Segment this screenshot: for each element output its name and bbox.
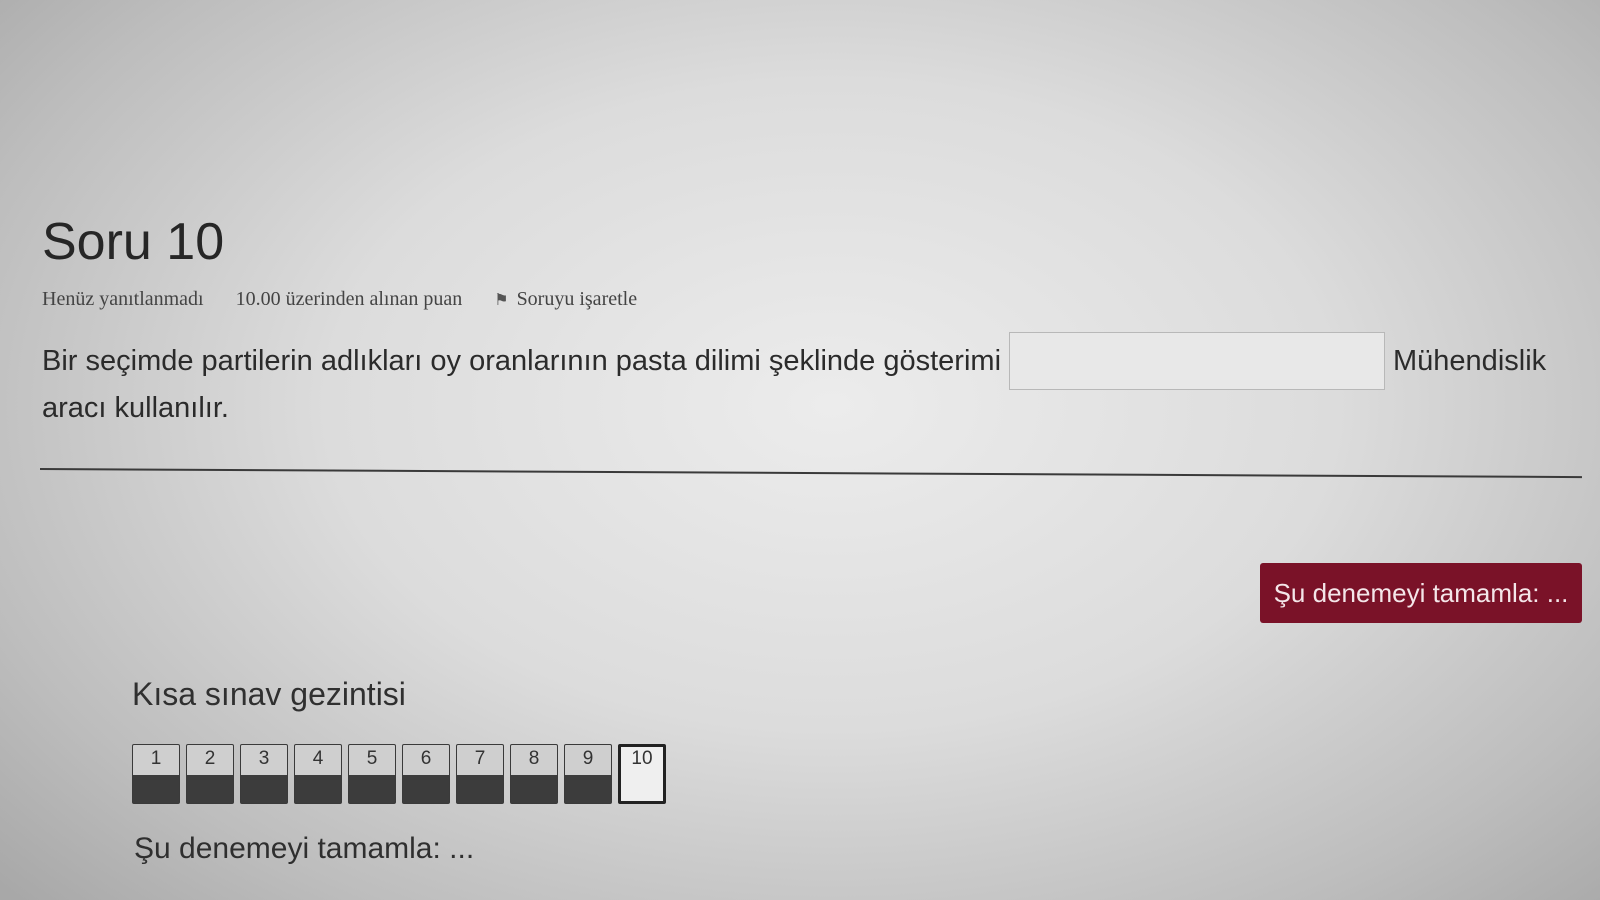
question-grade: 10.00 üzerinden alınan puan xyxy=(235,288,463,310)
flag-question-label: Soruyu işaretle xyxy=(516,288,638,310)
question-info: Henüz yanıtlanmadı 10.00 üzerinden alına… xyxy=(42,288,637,311)
quiz-navigation-title: Kısa sınav gezintisi xyxy=(132,676,406,712)
nav-question-3[interactable]: 3 xyxy=(240,744,288,804)
answer-input[interactable] xyxy=(1009,332,1386,390)
nav-question-8[interactable]: 8 xyxy=(510,744,558,804)
nav-question-6[interactable]: 6 xyxy=(402,744,450,804)
nav-question-number: 7 xyxy=(457,745,503,775)
nav-question-7[interactable]: 7 xyxy=(456,744,504,804)
nav-question-number: 1 xyxy=(133,745,179,775)
flag-question-link[interactable]: ⚑ Soruyu işaretle xyxy=(494,288,637,311)
nav-question-number: 5 xyxy=(349,745,395,775)
question-text-before: Bir seçimde partilerin adlıkları oy oran… xyxy=(42,344,1002,377)
nav-question-number: 9 xyxy=(565,745,611,775)
nav-question-1[interactable]: 1 xyxy=(132,744,180,804)
question-text-after: Mühendislik xyxy=(1393,344,1547,377)
nav-question-number: 4 xyxy=(295,745,341,775)
nav-question-number: 6 xyxy=(403,745,449,775)
nav-question-10-current[interactable]: 10 xyxy=(618,744,666,804)
nav-question-5[interactable]: 5 xyxy=(348,744,396,804)
question-state: Henüz yanıtlanmadı xyxy=(42,288,204,310)
question-text: Bir seçimde partilerin adlıkları oy oran… xyxy=(42,332,1572,390)
question-text-line2: aracı kullanılır. xyxy=(42,392,229,424)
nav-question-number: 8 xyxy=(511,745,557,775)
quiz-navigation-buttons: 1 2 3 4 5 6 7 8 9 10 xyxy=(132,744,666,804)
nav-question-number: 3 xyxy=(241,745,287,775)
nav-question-9[interactable]: 9 xyxy=(564,744,612,804)
question-title: Soru 10 xyxy=(42,213,225,271)
divider xyxy=(39,468,1582,479)
flag-icon: ⚑ xyxy=(494,292,509,309)
nav-question-2[interactable]: 2 xyxy=(186,744,234,804)
nav-question-4[interactable]: 4 xyxy=(294,744,342,804)
nav-question-number: 2 xyxy=(187,745,233,775)
finish-attempt-link[interactable]: Şu denemeyi tamamla: ... xyxy=(134,832,474,866)
nav-question-number: 10 xyxy=(621,747,663,773)
finish-attempt-button[interactable]: Şu denemeyi tamamla: ... xyxy=(1260,563,1582,623)
